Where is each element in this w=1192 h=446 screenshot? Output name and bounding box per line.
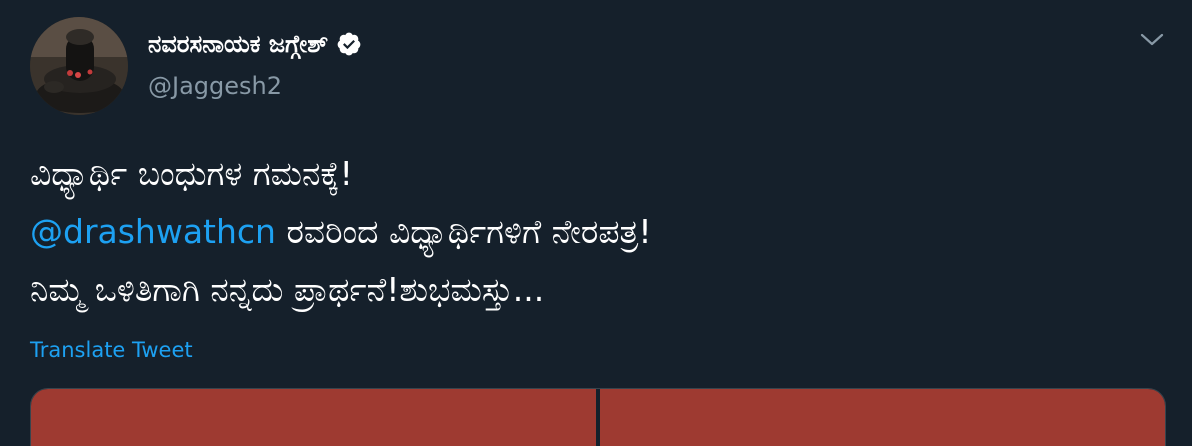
tweet-line-2: @drashwathcn ರವರಿಂದ ವಿಧ್ಯಾರ್ಥಿಗಳಿಗೆ ನೇರಪ… bbox=[30, 203, 1160, 261]
verified-badge-icon bbox=[336, 31, 362, 57]
tweet-line-2-text: ರವರಿಂದ ವಿಧ್ಯಾರ್ಥಿಗಳಿಗೆ ನೇರಪತ್ರ! bbox=[275, 212, 652, 251]
tweet-line-3: ನಿಮ್ಮ ಒಳಿತಿಗಾಗಿ ನನ್ನದು ಪ್ರಾರ್ಥನೆ!ಶುಭಮಸ್ತ… bbox=[30, 270, 545, 309]
media-image-1[interactable] bbox=[31, 389, 596, 446]
user-name-row[interactable]: ನವರಸನಾಯಕ ಜಗ್ಗೇಶ್ bbox=[148, 28, 362, 60]
display-name[interactable]: ನವರಸನಾಯಕ ಜಗ್ಗೇಶ್ bbox=[148, 28, 328, 60]
tweet-card[interactable]: ನವರಸನಾಯಕ ಜಗ್ಗೇಶ್ @Jaggesh2 ವಿಧ್ಯಾರ್ಥಿ ಬಂ… bbox=[0, 0, 1192, 446]
tweet-line-1: ವಿಧ್ಯಾರ್ಥಿ ಬಂಧುಗಳ ಗಮನಕ್ಕೆ! bbox=[30, 154, 353, 193]
media-image-2[interactable] bbox=[600, 389, 1165, 446]
shivalinga-photo-icon bbox=[30, 17, 128, 115]
translate-tweet-link[interactable]: Translate Tweet bbox=[30, 335, 193, 365]
mention-link[interactable]: @drashwathcn bbox=[30, 212, 276, 251]
avatar[interactable] bbox=[30, 17, 128, 115]
media-grid bbox=[30, 388, 1166, 446]
user-handle[interactable]: @Jaggesh2 bbox=[148, 70, 282, 102]
tweet-text: ವಿಧ್ಯಾರ್ಥಿ ಬಂಧುಗಳ ಗಮನಕ್ಕೆ! @drashwathcn … bbox=[30, 145, 1160, 319]
more-options-button[interactable] bbox=[1136, 26, 1168, 54]
chevron-down-icon bbox=[1140, 33, 1164, 46]
